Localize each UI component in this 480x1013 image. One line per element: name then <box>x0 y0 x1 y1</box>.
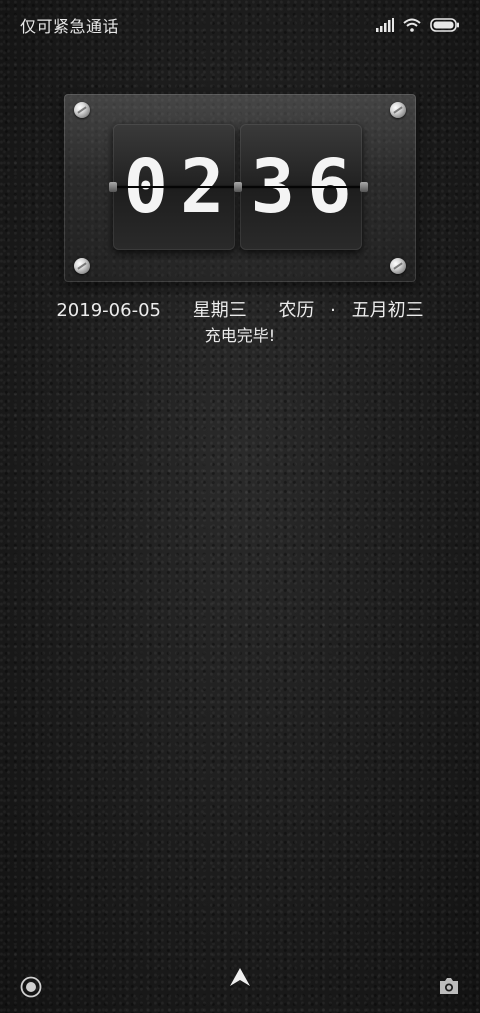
weekday-text: 星期三 <box>192 300 247 321</box>
lock-screen: 仅可紧急通话 02 36 2019-06-05 星期三 农历 · 五月初三 充电… <box>0 0 480 1013</box>
wifi-icon <box>403 18 421 32</box>
hours-card: 02 <box>113 124 235 250</box>
minutes-card: 36 <box>240 124 362 250</box>
carrier-status: 仅可紧急通话 <box>20 17 120 36</box>
hinge <box>234 182 242 192</box>
camera-icon[interactable] <box>438 976 460 1000</box>
screw-icon <box>74 102 90 118</box>
flip-clock-widget: 02 36 <box>64 94 416 282</box>
date-line: 2019-06-05 星期三 农历 · 五月初三 <box>0 296 480 322</box>
screw-icon <box>74 258 90 274</box>
hinge <box>109 182 117 192</box>
status-bar: 仅可紧急通话 <box>0 0 480 50</box>
voice-assistant-icon[interactable] <box>20 976 42 1002</box>
clock-minutes: 36 <box>250 144 364 230</box>
clock-hours: 02 <box>123 144 237 230</box>
screw-icon <box>390 258 406 274</box>
hinge <box>360 182 368 192</box>
lunar-date: 五月初三 <box>351 300 424 321</box>
signal-icon <box>376 18 394 32</box>
status-icons <box>376 18 460 32</box>
screw-icon <box>390 102 406 118</box>
battery-icon <box>430 18 460 32</box>
charging-status: 充电完毕! <box>204 326 276 345</box>
lunar-label: 农历 <box>278 300 315 321</box>
date-text: 2019-06-05 <box>56 300 161 321</box>
lunar-separator: · <box>330 300 336 321</box>
unlock-arrow-icon[interactable] <box>228 966 252 992</box>
